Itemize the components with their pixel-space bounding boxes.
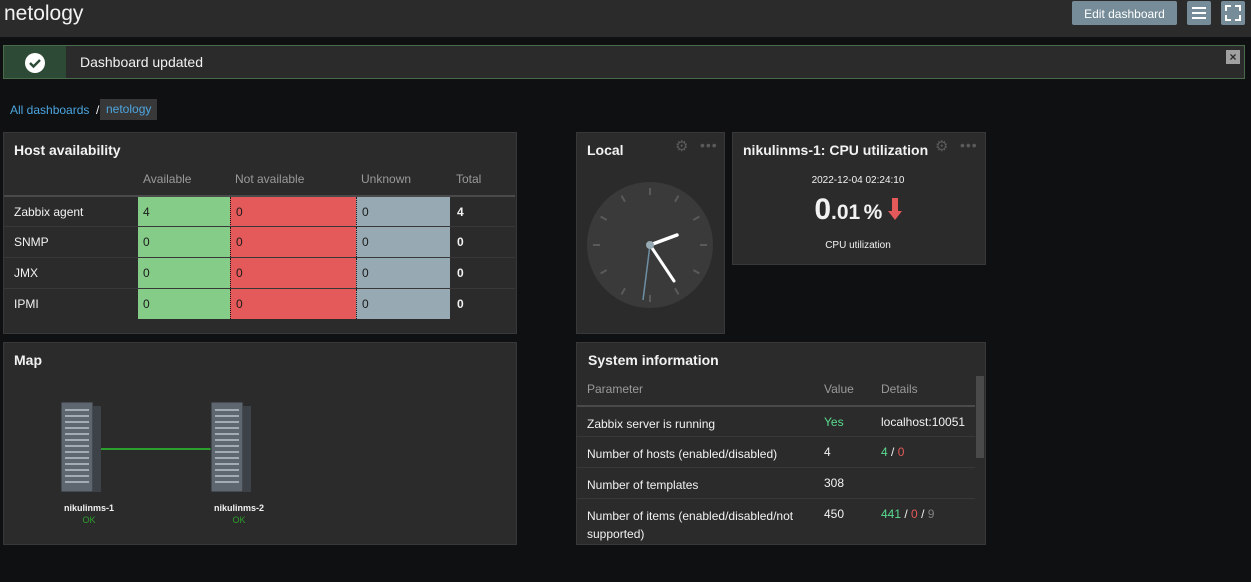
cpu-unit: % (863, 201, 883, 224)
parameter-cell: Number of hosts (enabled/disabled) (587, 447, 778, 461)
server-icon[interactable] (210, 401, 251, 493)
cpu-timestamp: 2022-12-04 02:24:10 (811, 175, 905, 186)
gear-icon[interactable]: ⚙ (935, 137, 948, 155)
edit-dashboard-button[interactable]: Edit dashboard (1072, 1, 1177, 25)
row-name: Zabbix agent (14, 205, 84, 219)
unknown-cell[interactable]: 0 (356, 197, 450, 227)
disabled-count: 0 (911, 507, 918, 521)
row-name: SNMP (14, 235, 49, 249)
cpu-value-dec: .01 (831, 201, 861, 224)
not-supported-count: 9 (927, 507, 935, 521)
column-value: Value (824, 382, 854, 396)
scrollbar[interactable] (976, 376, 984, 458)
unknown-cell[interactable]: 0 (356, 227, 450, 257)
close-message-button[interactable]: × (1226, 50, 1240, 64)
top-bar (0, 0, 1251, 37)
available-cell[interactable]: 0 (138, 258, 230, 288)
system-info-title: System information (588, 352, 719, 368)
value-cell: Yes (824, 415, 844, 429)
available-cell[interactable]: 4 (138, 197, 230, 227)
unknown-cell[interactable]: 0 (356, 258, 450, 288)
analog-clock (587, 182, 713, 308)
parameter-cell: Number of templates (587, 478, 699, 492)
not-available-cell[interactable]: 0 (230, 289, 356, 319)
available-cell[interactable]: 0 (138, 289, 230, 319)
message-status-area (4, 46, 66, 78)
cpu-value-int: 0 (814, 193, 832, 226)
table-row: JMX 0 0 0 0 (4, 257, 515, 288)
map-node-status: OK (232, 515, 246, 525)
cpu-label: CPU utilization (825, 240, 891, 251)
column-total: Total (456, 172, 482, 186)
message-text: Dashboard updated (80, 54, 203, 70)
table-row: SNMP 0 0 0 0 (4, 226, 515, 257)
map-title: Map (14, 352, 42, 368)
row-name: IPMI (14, 297, 39, 311)
check-circle-icon (25, 53, 45, 73)
disabled-count: 0 (897, 445, 905, 459)
map-node-status: OK (82, 515, 96, 525)
map-node-label: nikulinms-1 (63, 503, 114, 513)
breadcrumb-separator: / (96, 103, 100, 117)
not-available-cell[interactable]: 0 (230, 227, 356, 257)
table-row: IPMI 0 0 0 0 (4, 288, 515, 319)
details-cell: 4 / 0 (881, 445, 905, 459)
close-icon: × (1229, 50, 1237, 64)
server-icon[interactable] (60, 401, 101, 493)
total-cell: 0 (457, 235, 464, 249)
total-cell: 0 (457, 266, 464, 280)
host-availability-title: Host availability (14, 142, 121, 158)
more-icon[interactable]: ••• (700, 137, 718, 153)
fullscreen-button[interactable] (1221, 1, 1245, 25)
success-message: Dashboard updated × (3, 45, 1245, 79)
table-row: Number of hosts (enabled/disabled) 4 4 /… (577, 436, 975, 467)
details-cell: localhost:10051 (881, 415, 966, 429)
total-cell: 4 (457, 205, 464, 219)
parameter-cell: Number of items (enabled/disabled/not su… (587, 509, 794, 541)
column-parameter: Parameter (587, 382, 644, 396)
table-row: Number of templates 308 (577, 467, 975, 498)
clock-title: Local (587, 142, 624, 158)
enabled-count: 441 (881, 507, 902, 521)
fullscreen-icon (1225, 5, 1241, 21)
not-available-cell[interactable]: 0 (230, 258, 356, 288)
gear-icon[interactable]: ⚙ (675, 137, 688, 155)
table-row: Zabbix agent 4 0 0 4 (4, 195, 515, 227)
column-not-available: Not available (235, 172, 305, 186)
more-icon[interactable]: ••• (960, 137, 978, 153)
cpu-value: 0.01 % (733, 193, 983, 227)
column-details: Details (881, 382, 918, 396)
value-cell: 450 (824, 507, 845, 521)
column-unknown: Unknown (361, 172, 412, 186)
menu-button[interactable] (1187, 1, 1211, 25)
map-node-label: nikulinms-2 (213, 503, 264, 513)
value-cell: 4 (824, 445, 831, 459)
hamburger-icon (1192, 7, 1206, 19)
arrow-down-icon (887, 198, 902, 220)
column-available: Available (143, 172, 192, 186)
table-row: Zabbix server is running Yes localhost:1… (577, 405, 975, 437)
parameter-cell: Zabbix server is running (587, 417, 716, 431)
enabled-count: 4 (881, 445, 888, 459)
network-map (60, 401, 251, 493)
cpu-widget-title: nikulinms-1: CPU utilization (743, 142, 929, 158)
total-cell: 0 (457, 297, 464, 311)
value-cell: 308 (824, 476, 845, 490)
row-name: JMX (14, 266, 38, 280)
breadcrumb-all-dashboards[interactable]: All dashboards (10, 103, 89, 117)
details-cell: 441 / 0 / 9 (881, 507, 935, 521)
page-title: netology (4, 2, 84, 25)
breadcrumb-current[interactable]: netology (100, 99, 158, 120)
unknown-cell[interactable]: 0 (356, 289, 450, 319)
available-cell[interactable]: 0 (138, 227, 230, 257)
not-available-cell[interactable]: 0 (230, 197, 356, 227)
table-row: Number of items (enabled/disabled/not su… (577, 498, 975, 543)
